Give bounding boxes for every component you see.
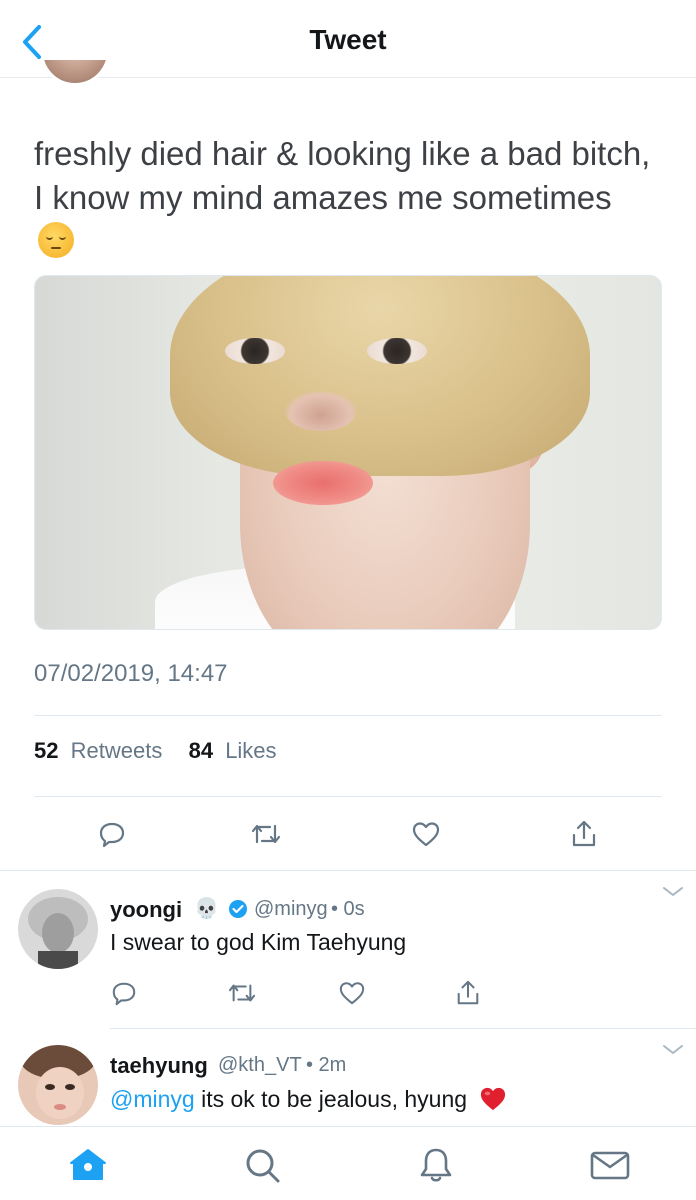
tweet-stats: 52 Retweets 84 Likes	[34, 738, 277, 764]
notifications-icon	[420, 1148, 452, 1182]
reply-handle[interactable]: @minyg	[254, 898, 328, 921]
tweet-text: freshly died hair & looking like a bad b…	[34, 132, 654, 264]
reply-handle[interactable]: @kth_VT	[218, 1054, 302, 1077]
skull-emoji: 💀	[194, 898, 219, 920]
reply-time: • 2m	[306, 1054, 347, 1076]
reply-text: @minyg its ok to be jealous, hyung	[110, 1086, 507, 1113]
retweet-icon	[251, 824, 281, 844]
tweet-body: freshly died hair & looking like a bad b…	[34, 135, 651, 216]
tab-messages[interactable]	[588, 1145, 632, 1185]
reply-time: • 0s	[331, 898, 365, 920]
reply-author-name[interactable]: taehyung	[110, 1053, 208, 1079]
like-button[interactable]	[408, 816, 444, 852]
retweets-count[interactable]: 52	[34, 738, 58, 763]
chevron-down-icon[interactable]	[662, 885, 684, 899]
like-button[interactable]	[334, 975, 370, 1011]
tweet-image[interactable]	[34, 275, 662, 630]
like-icon	[412, 822, 440, 847]
search-icon	[246, 1149, 280, 1183]
tab-search[interactable]	[240, 1145, 284, 1185]
share-button[interactable]	[566, 816, 602, 852]
author-avatar-partial[interactable]	[40, 60, 110, 86]
retweet-button[interactable]	[224, 975, 260, 1011]
pensive-face-emoji	[38, 222, 74, 258]
share-button[interactable]	[450, 975, 486, 1011]
reply-button[interactable]	[106, 975, 142, 1011]
likes-count[interactable]: 84	[189, 738, 213, 763]
messages-icon	[590, 1151, 630, 1180]
reply-icon	[99, 822, 125, 848]
reply-text-body: its ok to be jealous, hyung	[194, 1086, 468, 1112]
reply-item[interactable]: yoongi 💀 @minyg • 0s I swear to god Kim …	[0, 871, 696, 1029]
chevron-down-icon[interactable]	[662, 1043, 684, 1057]
divider	[34, 796, 662, 797]
retweet-button[interactable]	[248, 816, 284, 852]
reply-text: I swear to god Kim Taehyung	[110, 929, 407, 955]
reply-item[interactable]: taehyung @kth_VT • 2m @minyg its ok to b…	[0, 1029, 696, 1126]
tab-notifications[interactable]	[414, 1145, 458, 1185]
share-icon	[572, 820, 596, 847]
reply-icon	[112, 982, 136, 1006]
likes-label[interactable]: Likes	[225, 738, 276, 763]
red-heart-emoji	[481, 1087, 506, 1111]
verified-badge-icon	[229, 900, 247, 918]
bottom-tab-bar	[0, 1126, 696, 1200]
page-title: Tweet	[309, 24, 387, 55]
mention-link[interactable]: @minyg	[110, 1086, 195, 1112]
home-icon	[70, 1149, 106, 1180]
retweet-icon	[228, 984, 256, 1002]
reply-button[interactable]	[94, 816, 130, 852]
tab-home[interactable]	[66, 1145, 110, 1185]
avatar[interactable]	[18, 889, 98, 969]
divider	[34, 715, 662, 716]
like-icon	[339, 982, 365, 1005]
tweet-timestamp: 07/02/2019, 14:47	[34, 660, 228, 687]
retweets-label[interactable]: Retweets	[71, 738, 163, 763]
share-icon	[457, 980, 479, 1005]
reply-author-name[interactable]: yoongi	[110, 897, 182, 923]
avatar[interactable]	[18, 1045, 98, 1125]
